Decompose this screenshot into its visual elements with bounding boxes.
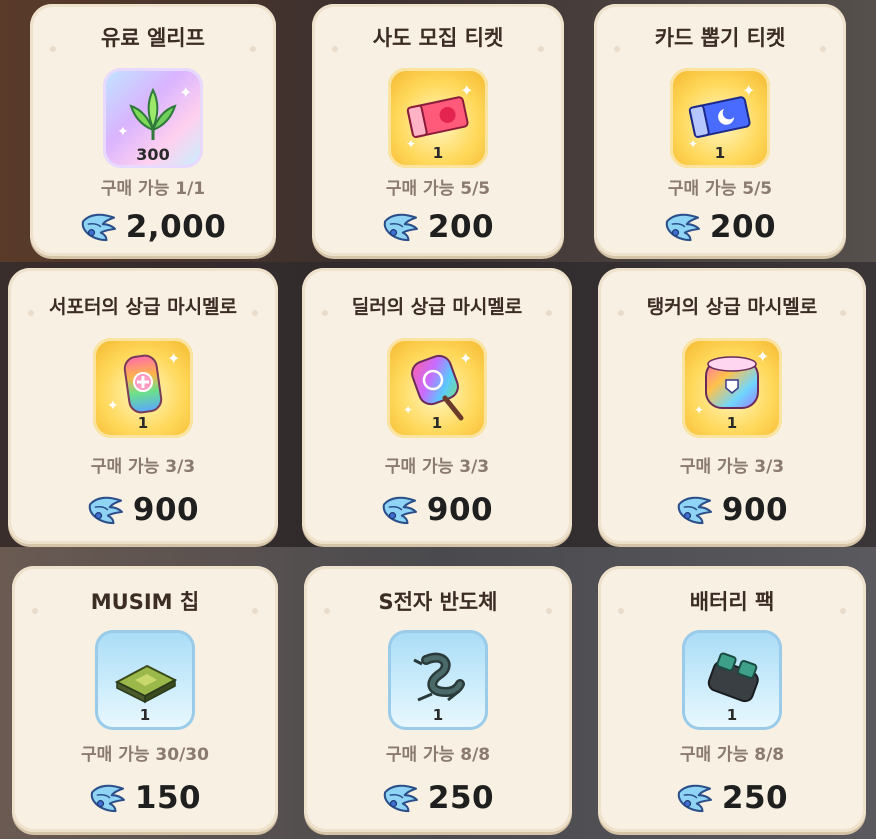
blue-wing-crystal-icon xyxy=(89,783,127,813)
buy-button[interactable]: 200 xyxy=(594,209,846,245)
dealer-marshmallow-icon: ✦ ✦ 1 xyxy=(387,338,487,438)
item-name: 배터리 팩 xyxy=(689,590,775,614)
blue-wing-crystal-icon xyxy=(676,783,714,813)
buy-button[interactable]: 900 xyxy=(598,492,866,528)
shop-item-card[interactable]: 탱커의 상급 마시멜로 ✦ ✦ 1 구매 가능 3/3 900 xyxy=(598,268,866,544)
blue-wing-crystal-icon xyxy=(80,212,118,242)
item-quantity: 1 xyxy=(726,414,738,432)
buy-button[interactable]: 900 xyxy=(8,492,278,528)
shop-item-card[interactable]: 카드 뽑기 티켓 ✦ ✦ 1 구매 가능 5/5 200 xyxy=(594,4,846,256)
item-name: 탱커의 상급 마시멜로 xyxy=(646,296,818,318)
blue-wing-crystal-icon xyxy=(381,495,419,525)
item-quantity: 1 xyxy=(432,144,444,162)
item-price: 200 xyxy=(427,209,495,245)
shop-item-card[interactable]: 배터리 팩 1 구매 가능 8/8 250 xyxy=(598,566,866,832)
blue-wing-crystal-icon xyxy=(87,495,125,525)
item-quantity: 1 xyxy=(726,706,738,724)
buy-button[interactable]: 2,000 xyxy=(30,209,276,245)
item-quantity: 1 xyxy=(714,144,726,162)
svg-text:✦: ✦ xyxy=(742,81,755,100)
item-name: 서포터의 상급 마시멜로 xyxy=(48,296,238,318)
purchase-limit: 구매 가능 5/5 xyxy=(667,179,773,199)
blue-ticket-icon: ✦ ✦ 1 xyxy=(670,68,770,168)
semiconductor-icon: 1 xyxy=(388,630,488,730)
svg-text:✦: ✦ xyxy=(117,124,129,140)
item-price: 250 xyxy=(427,780,495,816)
item-quantity: 1 xyxy=(431,414,443,432)
purchase-limit: 구매 가능 3/3 xyxy=(679,457,785,477)
item-quantity: 300 xyxy=(136,145,170,164)
item-name: 유료 엘리프 xyxy=(101,26,205,50)
item-price: 900 xyxy=(721,492,789,528)
item-quantity: 1 xyxy=(139,706,151,724)
buy-button[interactable]: 250 xyxy=(304,780,572,816)
shop-item-card[interactable]: 유료 엘리프 ✦ ✦ 300 구매 가능 1/1 2,000 xyxy=(30,4,276,256)
item-name: 사도 모집 티켓 xyxy=(372,26,504,50)
shop-item-card[interactable]: S전자 반도체 1 구매 가능 8/8 250 xyxy=(304,566,572,832)
item-price: 150 xyxy=(134,780,202,816)
blue-wing-crystal-icon xyxy=(676,495,714,525)
blue-wing-crystal-icon xyxy=(382,783,420,813)
chip-icon: 1 xyxy=(95,630,195,730)
elif-sprout-icon: ✦ ✦ 300 xyxy=(103,68,203,168)
svg-text:✦: ✦ xyxy=(167,349,180,368)
svg-text:✦: ✦ xyxy=(756,347,769,366)
svg-text:✦: ✦ xyxy=(179,83,192,102)
item-quantity: 1 xyxy=(137,414,149,432)
shop-item-card[interactable]: MUSIM 칩 1 구매 가능 30/30 150 xyxy=(12,566,278,832)
item-name: 카드 뽑기 티켓 xyxy=(654,26,786,50)
svg-text:✦: ✦ xyxy=(460,81,473,100)
item-name: S전자 반도체 xyxy=(378,590,498,614)
blue-wing-crystal-icon xyxy=(382,212,420,242)
item-price: 900 xyxy=(132,492,200,528)
buy-button[interactable]: 150 xyxy=(12,780,278,816)
purchase-limit: 구매 가능 5/5 xyxy=(385,179,491,199)
item-price: 900 xyxy=(426,492,494,528)
svg-text:✦: ✦ xyxy=(459,349,472,368)
item-price: 2,000 xyxy=(125,209,227,245)
battery-pack-icon: 1 xyxy=(682,630,782,730)
tanker-marshmallow-icon: ✦ ✦ 1 xyxy=(682,338,782,438)
purchase-limit: 구매 가능 30/30 xyxy=(81,745,209,765)
purchase-limit: 구매 가능 8/8 xyxy=(679,745,785,765)
shop-item-card[interactable]: 사도 모집 티켓 ✦ ✦ 1 구매 가능 5/5 200 xyxy=(312,4,564,256)
item-price: 250 xyxy=(721,780,789,816)
purchase-limit: 구매 가능 1/1 xyxy=(100,179,206,199)
svg-text:✦: ✦ xyxy=(107,398,119,414)
item-name: MUSIM 칩 xyxy=(90,590,200,614)
purchase-limit: 구매 가능 3/3 xyxy=(384,457,490,477)
purchase-limit: 구매 가능 8/8 xyxy=(385,745,491,765)
item-quantity: 1 xyxy=(432,706,444,724)
red-ticket-icon: ✦ ✦ 1 xyxy=(388,68,488,168)
shop-item-card[interactable]: 서포터의 상급 마시멜로 ✦ ✦ 1 구매 가능 3/3 900 xyxy=(8,268,278,544)
item-price: 200 xyxy=(709,209,777,245)
blue-wing-crystal-icon xyxy=(664,212,702,242)
shop-item-card[interactable]: 딜러의 상급 마시멜로 ✦ ✦ 1 구매 가능 3/3 900 xyxy=(302,268,572,544)
item-name: 딜러의 상급 마시멜로 xyxy=(351,296,523,318)
buy-button[interactable]: 900 xyxy=(302,492,572,528)
purchase-limit: 구매 가능 3/3 xyxy=(90,457,196,477)
buy-button[interactable]: 200 xyxy=(312,209,564,245)
supporter-marshmallow-icon: ✦ ✦ 1 xyxy=(93,338,193,438)
buy-button[interactable]: 250 xyxy=(598,780,866,816)
